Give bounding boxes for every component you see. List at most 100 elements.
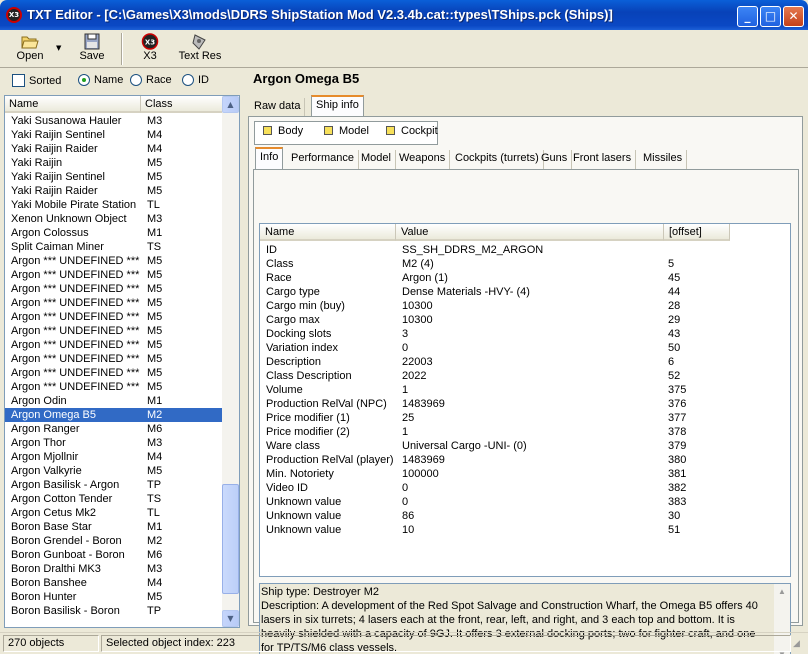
subtab-body[interactable]: Body <box>263 125 303 137</box>
grid-row[interactable]: ID SS_SH_DDRS_M2_ARGON <box>260 243 790 257</box>
grid-row[interactable]: Description 22003 6 <box>260 355 790 369</box>
list-item[interactable]: Argon *** UNDEFINED *** M5 <box>5 380 223 394</box>
grid-row[interactable]: Docking slots 3 43 <box>260 327 790 341</box>
list-item[interactable]: Argon *** UNDEFINED *** M5 <box>5 366 223 380</box>
grid-row[interactable]: Price modifier (1) 25 377 <box>260 411 790 425</box>
grid-row[interactable]: Variation index 0 50 <box>260 341 790 355</box>
scroll-thumb[interactable] <box>222 484 239 594</box>
list-item[interactable]: Argon *** UNDEFINED *** M5 <box>5 324 223 338</box>
resize-grip-icon[interactable]: ◢ <box>793 639 800 649</box>
open-button[interactable]: Open <box>8 32 52 66</box>
list-item[interactable]: Argon Mjollnir M4 <box>5 450 223 464</box>
list-item[interactable]: Argon *** UNDEFINED *** M5 <box>5 268 223 282</box>
info-tab[interactable]: Performance <box>287 150 359 169</box>
info-tab[interactable]: Cockpits (turrets) <box>451 150 544 169</box>
grid-header-name[interactable]: Name <box>260 224 396 241</box>
x3-button[interactable]: X3 X3 <box>130 32 170 66</box>
info-tab[interactable]: Guns <box>537 150 573 169</box>
list-item[interactable]: Yaki Raijin Raider M4 <box>5 142 223 156</box>
maximize-button[interactable]: □ <box>760 6 781 27</box>
list-item[interactable]: Yaki Mobile Pirate Station TL <box>5 198 223 212</box>
list-item[interactable]: Argon Cetus Mk2 TL <box>5 506 223 520</box>
list-item[interactable]: Boron Basilisk - Boron TP <box>5 604 223 618</box>
sorted-checkbox-box[interactable] <box>12 74 25 87</box>
list-item[interactable]: Argon *** UNDEFINED *** M5 <box>5 338 223 352</box>
desc-scroll-up-icon[interactable]: ▲ <box>778 585 786 599</box>
id-radio-dot[interactable] <box>182 74 194 86</box>
grid-header-value[interactable]: Value <box>396 224 664 241</box>
info-tab[interactable]: Weapons <box>395 150 451 169</box>
open-dropdown-arrow-icon[interactable]: ▼ <box>56 44 61 52</box>
list-item[interactable]: Boron Gunboat - Boron M6 <box>5 548 223 562</box>
list-item[interactable]: Boron Base Star M1 <box>5 520 223 534</box>
subtab-model[interactable]: Model <box>324 125 369 137</box>
list-item[interactable]: Argon Cotton Tender TS <box>5 492 223 506</box>
grid-row[interactable]: Race Argon (1) 45 <box>260 271 790 285</box>
tab-ship-info[interactable]: Ship info <box>311 95 364 117</box>
grid-row[interactable]: Cargo type Dense Materials -HVY- (4) 44 <box>260 285 790 299</box>
subtab-cockpit[interactable]: Cockpit <box>386 125 438 137</box>
column-header-name[interactable]: Name <box>5 96 141 113</box>
list-item[interactable]: Yaki Raijin Sentinel M5 <box>5 170 223 184</box>
text-res-button[interactable]: Text Res <box>176 32 224 66</box>
grid-row[interactable]: Ware class Universal Cargo -UNI- (0) 379 <box>260 439 790 453</box>
grid-header-offset[interactable]: [offset] <box>664 224 730 241</box>
info-tab[interactable]: Info <box>255 147 284 169</box>
grid-row[interactable]: Volume 1 375 <box>260 383 790 397</box>
list-item[interactable]: Argon Omega B5 M2 <box>5 408 223 422</box>
save-button[interactable]: Save <box>70 32 114 66</box>
grid-row[interactable]: Min. Notoriety 100000 381 <box>260 467 790 481</box>
app-icon[interactable]: X3 <box>6 7 22 23</box>
grid-row[interactable]: Video ID 0 382 <box>260 481 790 495</box>
column-header-class[interactable]: Class <box>141 96 223 113</box>
sort-by-race-radio[interactable]: Race <box>130 74 172 88</box>
list-item[interactable]: Boron Dralthi MK3 M3 <box>5 562 223 576</box>
list-item[interactable]: Yaki Susanowa Hauler M3 <box>5 114 223 128</box>
info-tab[interactable]: Missiles <box>639 150 688 169</box>
grid-row[interactable]: Production RelVal (player) 1483969 380 <box>260 453 790 467</box>
list-item[interactable]: Argon *** UNDEFINED *** M5 <box>5 282 223 296</box>
name-radio-dot[interactable] <box>78 74 90 86</box>
list-item[interactable]: Argon Ranger M6 <box>5 422 223 436</box>
list-item[interactable]: Boron Hunter M5 <box>5 590 223 604</box>
list-item[interactable]: Argon *** UNDEFINED *** M5 <box>5 310 223 324</box>
sort-by-id-radio[interactable]: ID <box>182 74 209 88</box>
list-item[interactable]: Split Caiman Miner TS <box>5 240 223 254</box>
grid-row[interactable]: Cargo min (buy) 10300 28 <box>260 299 790 313</box>
tab-raw-data[interactable]: Raw data <box>250 98 306 117</box>
race-radio-dot[interactable] <box>130 74 142 86</box>
grid-row[interactable]: Class M2 (4) 5 <box>260 257 790 271</box>
list-item[interactable]: Yaki Raijin Raider M5 <box>5 184 223 198</box>
ship-list-scrollbar[interactable]: ▲ ▼ <box>222 96 239 627</box>
title-bar[interactable]: X3 TXT Editor - [C:\Games\X3\mods\DDRS S… <box>0 0 808 30</box>
info-tab[interactable]: Front lasers <box>569 150 637 169</box>
ship-list[interactable]: Name Class Yaki Susanowa Hauler M3 Yaki Ra… <box>4 95 240 628</box>
grid-row[interactable]: Cargo max 10300 29 <box>260 313 790 327</box>
sort-by-name-radio[interactable]: Name <box>78 74 123 88</box>
list-item[interactable]: Argon *** UNDEFINED *** M5 <box>5 254 223 268</box>
list-item[interactable]: Xenon Unknown Object M3 <box>5 212 223 226</box>
grid-row[interactable]: Unknown value 0 383 <box>260 495 790 509</box>
scroll-down-arrow-icon[interactable]: ▼ <box>222 610 239 627</box>
list-item[interactable]: Argon Colossus M1 <box>5 226 223 240</box>
grid-row[interactable]: Production RelVal (NPC) 1483969 376 <box>260 397 790 411</box>
list-item[interactable]: Boron Grendel - Boron M2 <box>5 534 223 548</box>
grid-row[interactable]: Unknown value 86 30 <box>260 509 790 523</box>
close-button[interactable]: ✕ <box>783 6 804 27</box>
list-item[interactable]: Argon Basilisk - Argon TP <box>5 478 223 492</box>
grid-row[interactable]: Class Description 2022 52 <box>260 369 790 383</box>
list-item[interactable]: Argon Thor M3 <box>5 436 223 450</box>
scroll-up-arrow-icon[interactable]: ▲ <box>222 96 239 113</box>
list-item[interactable]: Argon Valkyrie M5 <box>5 464 223 478</box>
list-item[interactable]: Yaki Raijin M5 <box>5 156 223 170</box>
sorted-checkbox[interactable]: Sorted <box>12 74 61 88</box>
info-tab[interactable]: Model <box>357 150 396 169</box>
grid-row[interactable]: Unknown value 10 51 <box>260 523 790 537</box>
grid-row[interactable]: Price modifier (2) 1 378 <box>260 425 790 439</box>
list-item[interactable]: Argon *** UNDEFINED *** M5 <box>5 352 223 366</box>
minimize-button[interactable]: _ <box>737 6 758 27</box>
list-item[interactable]: Argon *** UNDEFINED *** M5 <box>5 296 223 310</box>
list-item[interactable]: Argon Odin M1 <box>5 394 223 408</box>
list-item[interactable]: Boron Banshee M4 <box>5 576 223 590</box>
ship-property-grid[interactable]: Name Value [offset] ID SS_SH_DDRS_M2_ARGO… <box>259 223 791 577</box>
